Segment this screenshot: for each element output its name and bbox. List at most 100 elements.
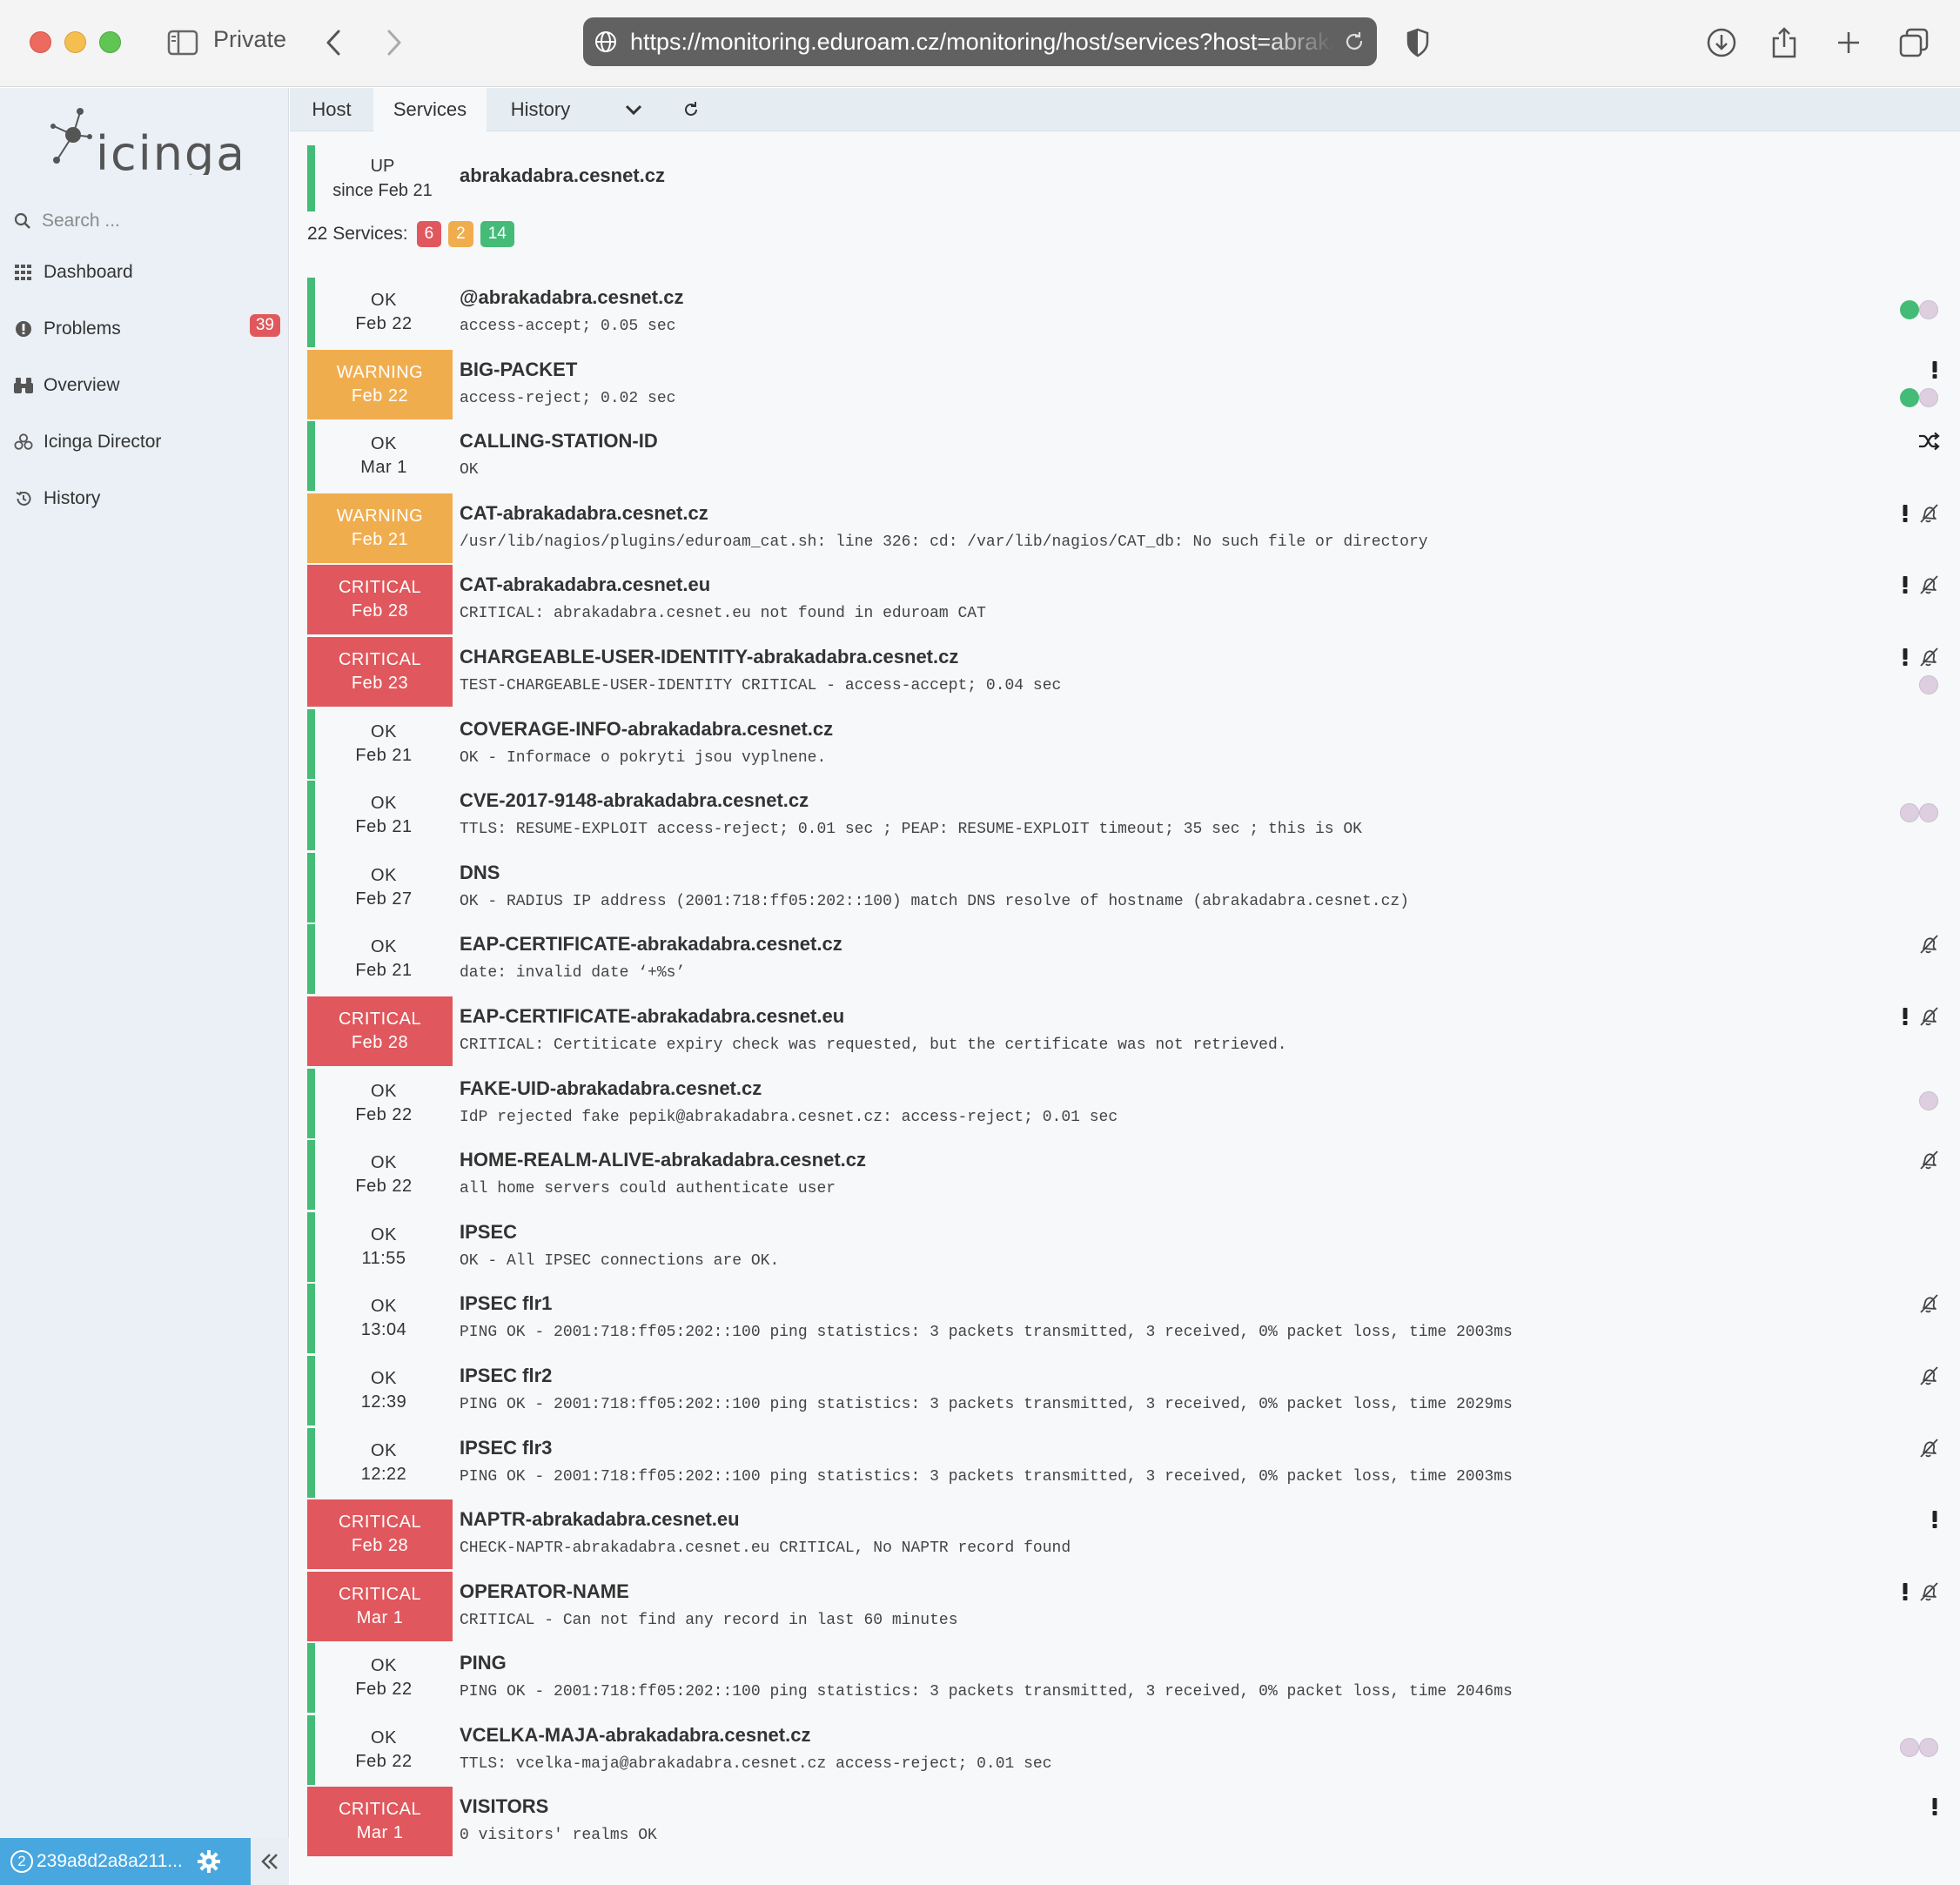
service-row[interactable]: OK Feb 21 COVERAGE-INFO-abrakadabra.cesn… — [307, 708, 1943, 782]
service-row[interactable]: OK Feb 22 VCELKA-MAJA-abrakadabra.cesnet… — [307, 1714, 1943, 1788]
refresh-icon[interactable] — [669, 88, 713, 131]
search-input[interactable] — [42, 211, 251, 231]
address-bar[interactable]: https://monitoring.eduroam.cz/monitoring… — [583, 17, 1377, 66]
service-name[interactable]: CALLING-STATION-ID — [460, 430, 658, 453]
tab-host[interactable]: Host — [290, 88, 373, 131]
service-output: TEST-CHARGEABLE-USER-IDENTITY CRITICAL -… — [460, 676, 1062, 694]
critical-count-badge[interactable]: 6 — [416, 221, 442, 247]
service-row[interactable]: OK 12:39 IPSEC flr2 PING OK - 2001:718:f… — [307, 1355, 1943, 1428]
service-name[interactable]: EAP-CERTIFICATE-abrakadabra.cesnet.cz — [460, 933, 842, 956]
host-since: since Feb 21 — [332, 181, 433, 200]
sidebar-toggle-icon[interactable] — [165, 23, 200, 63]
service-row[interactable]: WARNING Feb 22 BIG-PACKET access-reject;… — [307, 349, 1943, 422]
host-summary[interactable]: UP since Feb 21 abrakadabra.cesnet.cz — [307, 145, 1943, 211]
tab-services[interactable]: Services — [373, 88, 487, 131]
service-row[interactable]: OK Mar 1 CALLING-STATION-ID OK — [307, 421, 1943, 493]
service-name[interactable]: CVE-2017-9148-abrakadabra.cesnet.cz — [460, 789, 809, 812]
service-name[interactable]: @abrakadabra.cesnet.cz — [460, 286, 683, 309]
service-name[interactable]: COVERAGE-INFO-abrakadabra.cesnet.cz — [460, 718, 833, 741]
tab-history[interactable]: History — [487, 88, 594, 131]
service-name[interactable]: IPSEC flr3 — [460, 1437, 552, 1459]
forward-icon[interactable] — [381, 23, 407, 63]
service-name[interactable]: HOME-REALM-ALIVE-abrakadabra.cesnet.cz — [460, 1149, 866, 1171]
host-name: abrakadabra.cesnet.cz — [460, 164, 666, 186]
service-row[interactable]: OK Feb 27 DNS OK - RADIUS IP address (20… — [307, 852, 1943, 925]
service-row[interactable]: WARNING Feb 21 CAT-abrakadabra.cesnet.cz… — [307, 493, 1943, 566]
sidebar-item-icinga-director[interactable]: Icinga Director — [14, 425, 280, 460]
service-name[interactable]: BIG-PACKET — [460, 359, 577, 381]
warning-count-badge[interactable]: 2 — [448, 221, 473, 247]
service-row[interactable]: OK 12:22 IPSEC flr3 PING OK - 2001:718:f… — [307, 1427, 1943, 1500]
service-output: IdP rejected fake pepik@abrakadabra.cesn… — [460, 1108, 1118, 1126]
service-output: CRITICAL - Can not find any record in la… — [460, 1611, 958, 1629]
problems-count-badge: 39 — [249, 314, 280, 337]
service-row[interactable]: OK Feb 21 CVE-2017-9148-abrakadabra.cesn… — [307, 781, 1943, 853]
service-state-date: Feb 22 — [355, 1104, 413, 1124]
sidebar-item-dashboard[interactable]: Dashboard — [14, 255, 280, 290]
service-row[interactable]: OK Feb 22 FAKE-UID-abrakadabra.cesnet.cz… — [307, 1068, 1943, 1141]
search-box[interactable] — [14, 207, 275, 235]
exclamation-icon — [1896, 502, 1914, 525]
service-name[interactable]: CAT-abrakadabra.cesnet.eu — [460, 574, 710, 596]
sidebar-item-label: Overview — [44, 375, 120, 395]
service-row[interactable]: CRITICAL Feb 28 CAT-abrakadabra.cesnet.e… — [307, 565, 1943, 637]
service-name[interactable]: IPSEC flr1 — [460, 1292, 552, 1315]
chevron-down-icon[interactable] — [612, 88, 655, 131]
gear-icon[interactable] — [197, 1849, 221, 1874]
tab-overview-icon[interactable] — [1897, 23, 1930, 63]
service-row[interactable]: CRITICAL Mar 1 VISITORS 0 visitors' real… — [307, 1787, 1943, 1859]
service-state-date: Feb 21 — [351, 529, 409, 549]
service-name[interactable]: OPERATOR-NAME — [460, 1580, 629, 1603]
user-menu[interactable]: 2 239a8d2a8a211... — [10, 1850, 183, 1873]
share-icon[interactable] — [1769, 23, 1800, 63]
service-row[interactable]: CRITICAL Mar 1 OPERATOR-NAME CRITICAL - … — [307, 1571, 1943, 1644]
service-row[interactable]: CRITICAL Feb 23 CHARGEABLE-USER-IDENTITY… — [307, 636, 1943, 709]
collapse-sidebar-icon[interactable] — [251, 1838, 289, 1885]
service-name[interactable]: IPSEC flr2 — [460, 1365, 552, 1387]
service-name[interactable]: PING — [460, 1652, 507, 1674]
service-name[interactable]: EAP-CERTIFICATE-abrakadabra.cesnet.eu — [460, 1005, 844, 1028]
service-state-badge: CRITICAL Mar 1 — [307, 1787, 453, 1857]
service-status-icons — [1874, 1076, 1943, 1131]
sidebar-item-label: History — [44, 488, 101, 508]
service-status-icons — [1874, 1650, 1943, 1706]
service-status-icons — [1874, 1003, 1943, 1059]
service-name[interactable]: VISITORS — [460, 1795, 548, 1818]
service-name[interactable]: CHARGEABLE-USER-IDENTITY-abrakadabra.ces… — [460, 646, 958, 668]
icinga-logo[interactable]: icinga — [49, 105, 245, 181]
service-status-icons — [1874, 860, 1943, 916]
sidebar-item-history[interactable]: History — [14, 481, 280, 516]
exclamation-icon — [1896, 646, 1914, 668]
service-row[interactable]: OK Feb 22 @abrakadabra.cesnet.cz access-… — [307, 278, 1943, 350]
service-row[interactable]: CRITICAL Feb 28 NAPTR-abrakadabra.cesnet… — [307, 1499, 1943, 1572]
notifications-disabled-icon — [1914, 1149, 1943, 1171]
service-row[interactable]: CRITICAL Feb 28 EAP-CERTIFICATE-abrakada… — [307, 996, 1943, 1069]
reload-icon[interactable] — [1342, 30, 1366, 54]
ok-count-badge[interactable]: 14 — [480, 221, 514, 247]
exclamation-icon — [1926, 1795, 1943, 1818]
service-name[interactable]: CAT-abrakadabra.cesnet.cz — [460, 502, 708, 525]
service-row[interactable]: OK 13:04 IPSEC flr1 PING OK - 2001:718:f… — [307, 1284, 1943, 1356]
service-output: OK - Informace o pokryti jsou vyplnene. — [460, 748, 827, 767]
new-tab-icon[interactable] — [1833, 23, 1864, 63]
sidebar-item-problems[interactable]: Problems 39 — [14, 312, 280, 346]
service-row[interactable]: OK Feb 21 EAP-CERTIFICATE-abrakadabra.ce… — [307, 924, 1943, 996]
privacy-shield-icon[interactable] — [1403, 23, 1433, 63]
zoom-window-button[interactable] — [99, 31, 121, 53]
service-row[interactable]: OK Feb 22 HOME-REALM-ALIVE-abrakadabra.c… — [307, 1140, 1943, 1212]
sidebar-item-label: Icinga Director — [44, 432, 162, 452]
minimize-window-button[interactable] — [64, 31, 86, 53]
service-name[interactable]: NAPTR-abrakadabra.cesnet.eu — [460, 1508, 740, 1531]
close-window-button[interactable] — [30, 31, 51, 53]
service-name[interactable]: IPSEC — [460, 1221, 517, 1244]
back-icon[interactable] — [320, 23, 346, 63]
service-status-icons — [1874, 572, 1943, 627]
service-name[interactable]: FAKE-UID-abrakadabra.cesnet.cz — [460, 1077, 762, 1100]
service-name[interactable]: VCELKA-MAJA-abrakadabra.cesnet.cz — [460, 1724, 810, 1747]
service-name[interactable]: DNS — [460, 862, 500, 884]
service-row[interactable]: OK Feb 22 PING PING OK - 2001:718:ff05:2… — [307, 1643, 1943, 1715]
service-row[interactable]: OK 11:55 IPSEC OK - All IPSEC connection… — [307, 1211, 1943, 1285]
notifications-disabled-icon — [1914, 646, 1943, 668]
sidebar-item-overview[interactable]: Overview — [14, 368, 280, 403]
download-icon[interactable] — [1704, 23, 1739, 63]
